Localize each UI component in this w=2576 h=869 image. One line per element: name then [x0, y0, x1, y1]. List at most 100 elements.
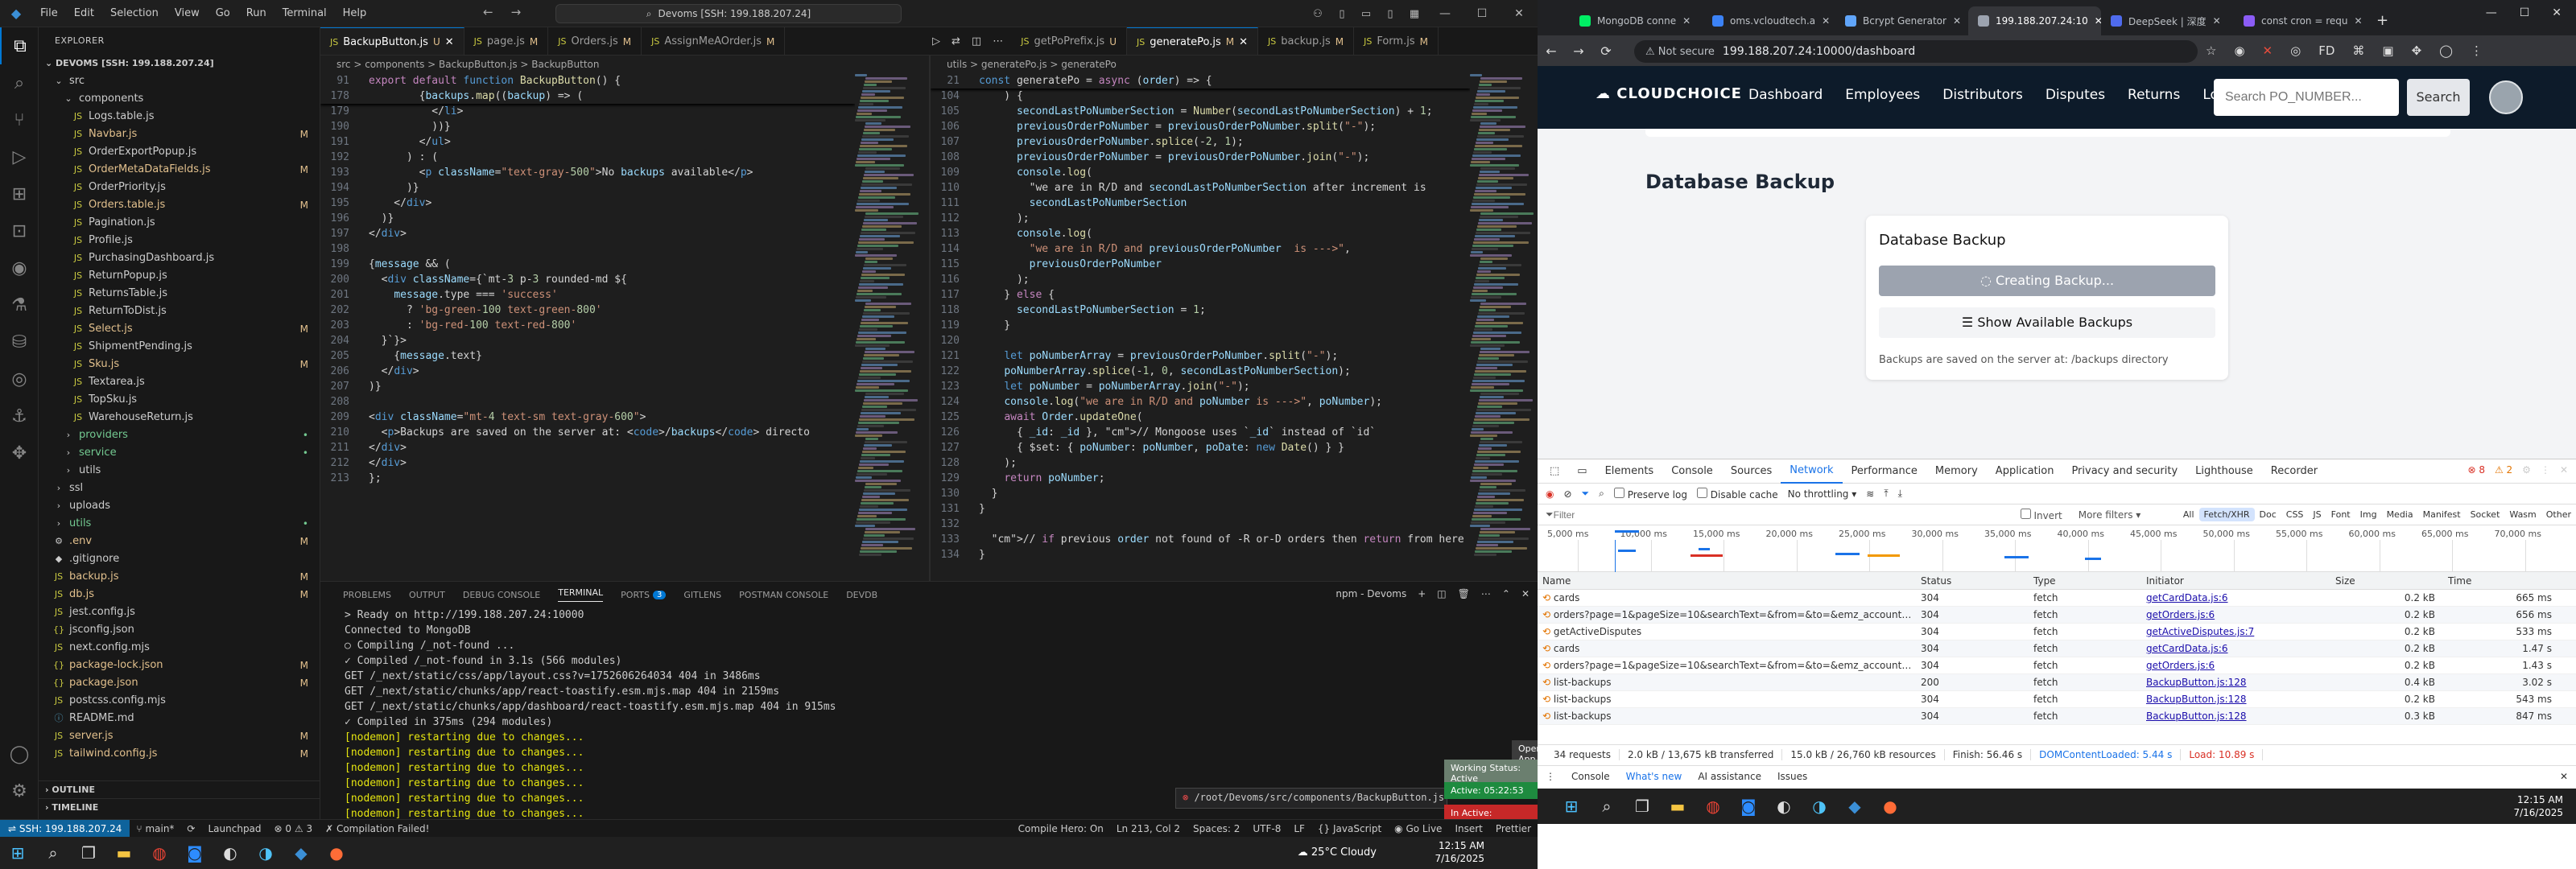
- avatar[interactable]: [2489, 80, 2523, 114]
- tree-item[interactable]: JS TopSku.js: [39, 391, 320, 409]
- code-line[interactable]: 200 <div className={`mt-3 p-3 rounded-md…: [320, 272, 855, 287]
- menu-item[interactable]: Help: [335, 0, 375, 27]
- editor-tab[interactable]: JS generatePo.js M ✕: [1126, 27, 1258, 55]
- tree-item[interactable]: JS Pagination.js: [39, 214, 320, 232]
- code-line[interactable]: 128 );: [931, 455, 1470, 471]
- menu-item[interactable]: Terminal: [275, 0, 335, 27]
- code-line[interactable]: 212 </div>: [320, 455, 855, 471]
- code-line[interactable]: 205 {message.text}: [320, 348, 855, 364]
- tree-item[interactable]: ⓘ README.md: [39, 710, 320, 727]
- code-line[interactable]: 131}: [931, 501, 1470, 517]
- database-icon[interactable]: ⛁: [0, 323, 39, 360]
- code-line[interactable]: 207)}: [320, 379, 855, 394]
- panel-tab[interactable]: GITLENS: [683, 590, 721, 600]
- maximize-icon[interactable]: ☐: [2520, 6, 2530, 19]
- browser-tab[interactable]: DeepSeek | 深度 ✕: [2101, 6, 2234, 35]
- code-line[interactable]: 190 ))}: [320, 119, 855, 134]
- close-tab-icon[interactable]: ✕: [445, 36, 454, 48]
- maximize-panel-icon[interactable]: ⌃: [1502, 588, 1510, 599]
- code-line[interactable]: 202 ? 'bg-green-100 text-green-800': [320, 303, 855, 318]
- record-icon[interactable]: ◉: [1546, 488, 1554, 500]
- close-icon[interactable]: ✕: [2552, 6, 2562, 19]
- browser-tab[interactable]: oms.vcloudtech.a ✕: [1703, 6, 1835, 35]
- gitlens-icon[interactable]: ◉: [0, 249, 39, 286]
- nav-link[interactable]: Dashboard: [1748, 87, 1823, 103]
- tree-item[interactable]: › ssl: [39, 480, 320, 497]
- type-filter-button[interactable]: JS: [2308, 508, 2326, 521]
- maximize-icon[interactable]: ☐: [1463, 7, 1501, 20]
- code-line[interactable]: 118 secondLastPoNumberSection = 1;: [931, 303, 1470, 318]
- zoom-icon[interactable]: ◙: [180, 838, 210, 868]
- menu-item[interactable]: View: [167, 0, 208, 27]
- tree-item[interactable]: JS next.config.mjs: [39, 639, 320, 657]
- tree-item[interactable]: JS Navbar.js M: [39, 126, 320, 143]
- more-filters-dropdown[interactable]: More filters ▾: [2079, 509, 2141, 521]
- path-notification[interactable]: ⊗ /root/Devoms/src/components/BackupButt…: [1175, 788, 1447, 809]
- breadcrumb-left[interactable]: src > components > BackupButton.js > Bac…: [320, 56, 929, 73]
- filter-input[interactable]: [1553, 509, 1972, 521]
- tree-item[interactable]: JS Sku.js M: [39, 356, 320, 373]
- profile-icon[interactable]: ◯: [2439, 43, 2453, 58]
- minimize-icon[interactable]: —: [2486, 6, 2497, 19]
- preserve-log-checkbox[interactable]: Preserve log: [1613, 487, 1687, 500]
- type-filter-button[interactable]: CSS: [2281, 508, 2309, 521]
- settings-gear-icon[interactable]: ⚙: [2522, 464, 2531, 476]
- problems-indicator[interactable]: ⊗ 0 ⚠ 3: [268, 823, 320, 834]
- go-live-button[interactable]: ◉ Go Live: [1388, 823, 1448, 834]
- code-line[interactable]: 209 <div className="mt-4 text-sm text-gra…: [320, 410, 855, 425]
- panel-tab[interactable]: POSTMAN CONSOLE: [739, 590, 828, 600]
- tree-item[interactable]: ⌄ components: [39, 90, 320, 108]
- code-line[interactable]: 127 { $set: { poNumber: poNumber, poDate…: [931, 440, 1470, 455]
- type-filter-button[interactable]: Img: [2355, 508, 2382, 521]
- app-icon[interactable]: ◑: [250, 838, 281, 868]
- terminal-label[interactable]: npm - Devoms: [1335, 588, 1406, 599]
- cursor-position[interactable]: Ln 213, Col 2: [1110, 823, 1187, 834]
- column-header[interactable]: Name: [1538, 575, 1916, 587]
- layout-sidebar-icon[interactable]: ▯: [1330, 8, 1354, 20]
- not-secure-indicator[interactable]: ⚠ Not secure: [1645, 46, 1715, 58]
- code-line[interactable]: 116 );: [931, 272, 1470, 287]
- close-drawer-icon[interactable]: ✕: [2560, 771, 2568, 782]
- add-terminal-icon[interactable]: +: [1418, 588, 1426, 599]
- code-line[interactable]: 203 : 'bg-red-100 text-red-800': [320, 318, 855, 333]
- drawer-tab[interactable]: What's new: [1626, 771, 1682, 782]
- compare-icon[interactable]: ⇄: [952, 35, 960, 47]
- type-filter-button[interactable]: Manifest: [2418, 508, 2466, 521]
- tree-item[interactable]: JS PurchasingDashboard.js: [39, 249, 320, 267]
- close-tab-icon[interactable]: ✕: [1682, 15, 1690, 27]
- devtools-tab[interactable]: Memory: [1926, 465, 1987, 477]
- code-line[interactable]: 112 );: [931, 211, 1470, 226]
- panel-tab[interactable]: OUTPUT: [409, 590, 445, 600]
- extension-icon[interactable]: FD: [2318, 43, 2334, 58]
- task-view-icon[interactable]: ❐: [1627, 791, 1657, 822]
- sync-icon[interactable]: ⟳: [180, 823, 201, 834]
- show-backups-button[interactable]: ☰ Show Available Backups: [1879, 307, 2215, 338]
- tree-item[interactable]: JS OrderExportPopup.js: [39, 143, 320, 161]
- code-line[interactable]: 119 }: [931, 318, 1470, 333]
- tree-item[interactable]: ⚙ .env M: [39, 533, 320, 550]
- editor-left[interactable]: 91 export default function BackupButton()…: [320, 73, 855, 580]
- settings-gear-icon[interactable]: ⚙: [0, 772, 39, 809]
- code-line[interactable]: 115 previousOrderPoNumber: [931, 257, 1470, 272]
- download-icon[interactable]: ⤓: [1898, 488, 1902, 500]
- search-icon[interactable]: ⌕: [0, 64, 39, 101]
- code-line[interactable]: 199 {message && (: [320, 257, 855, 272]
- cell-initiator[interactable]: BackupButton.js:128: [2141, 677, 2330, 688]
- tree-item[interactable]: JS OrderMetaDataFields.js M: [39, 161, 320, 179]
- reload-icon[interactable]: ⟳: [1592, 43, 1620, 59]
- column-header[interactable]: Time: [2443, 575, 2560, 587]
- code-line[interactable]: 129 return poNumber;: [931, 471, 1470, 486]
- tree-item[interactable]: {} package.json M: [39, 674, 320, 692]
- menu-dots-icon[interactable]: ⋮: [2541, 464, 2550, 476]
- devtools-tab[interactable]: Console: [1662, 465, 1722, 477]
- command-center-search[interactable]: ⌕ Devoms [SSH: 199.188.207.24]: [555, 4, 902, 23]
- type-filter-button[interactable]: Wasm: [2504, 508, 2541, 521]
- clear-icon[interactable]: ⊘: [1563, 488, 1571, 500]
- browser-tab[interactable]: 199.188.207.24:10 ✕: [1968, 6, 2101, 35]
- network-request-row[interactable]: ⟲ orders?page=1&pageSize=10&searchText=&…: [1538, 657, 2576, 674]
- postman-taskbar-icon[interactable]: ●: [321, 838, 352, 868]
- editor-tab[interactable]: JS Orders.js M: [548, 27, 642, 55]
- code-line[interactable]: 126 { _id: _id }, "cm">// Mongoose uses …: [931, 425, 1470, 440]
- code-line[interactable]: 194 )}: [320, 180, 855, 196]
- tree-item[interactable]: JS ShipmentPending.js: [39, 338, 320, 356]
